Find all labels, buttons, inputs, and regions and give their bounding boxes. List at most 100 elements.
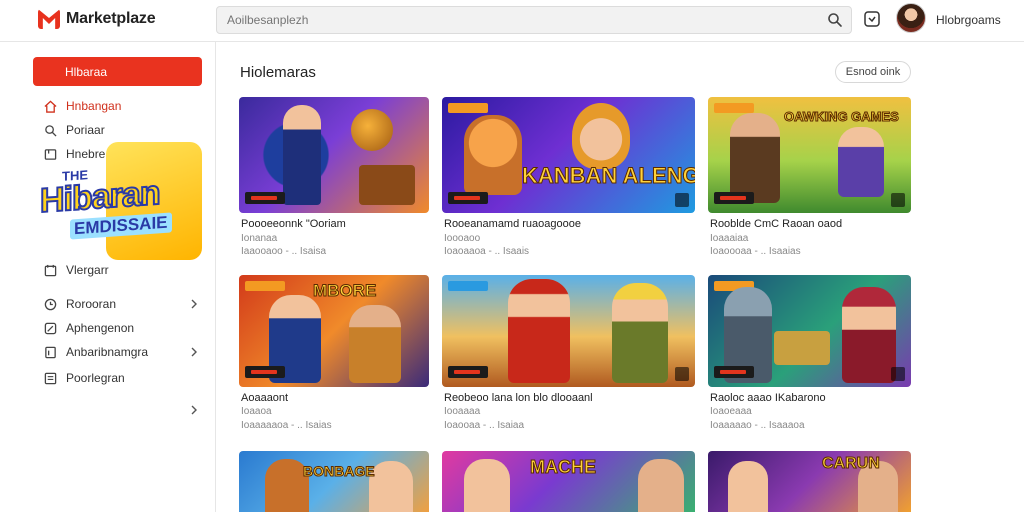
search-bar[interactable] [216, 6, 852, 34]
sidebar-item-label: Anbaribnamgra [66, 345, 149, 359]
card-title[interactable]: Raoloc aaao IKabarono [710, 392, 826, 404]
clock-icon [44, 298, 57, 310]
sidebar-item-list[interactable]: Poorlegran [44, 369, 125, 387]
card-meta: Ioaaaiaa [710, 233, 749, 244]
category-tag [714, 103, 754, 113]
companion-character [638, 459, 684, 512]
sidebar-item-home[interactable]: Hnbangan [44, 97, 121, 115]
document-icon [45, 346, 56, 358]
character-figure [283, 105, 321, 205]
sidebar-item-edit[interactable]: Aphengenon [44, 319, 134, 337]
sidebar-primary-button[interactable]: Hlbaraa [33, 57, 202, 86]
sidebar-item-label: Vlergarr [66, 263, 109, 277]
card-art-title: OAWKING GAMES [784, 109, 900, 125]
top-bar: Marketplaze Hlobrgoams [0, 0, 1024, 42]
sidebar-item-label: Poriaar [66, 123, 105, 137]
sidebar-item-label: Hnbangan [66, 99, 122, 113]
card-thumbnail[interactable] [239, 97, 429, 213]
fox-character [464, 115, 522, 195]
card-title[interactable]: Aoaaaont [241, 392, 288, 404]
hero-character [728, 461, 768, 512]
expand-icon[interactable] [891, 193, 905, 207]
category-tag [448, 281, 488, 291]
app-name: Marketplaze [66, 10, 156, 27]
hero-character [464, 459, 510, 512]
sidebar-item-label: Aphengenon [66, 321, 135, 335]
user-avatar[interactable] [896, 3, 926, 33]
hero-character [508, 279, 570, 383]
treasure-crate [359, 165, 415, 205]
user-name[interactable]: Hlobrgoams [936, 13, 1001, 27]
treasure-chest [774, 331, 830, 365]
search-input[interactable] [217, 7, 807, 33]
card-art-title: MACHE [530, 457, 597, 478]
card-thumbnail[interactable]: CARUN [708, 451, 911, 512]
card-stats: Ioaaaaao - .. Isaaaoa [710, 420, 805, 431]
sidebar-item-search[interactable]: Poriaar [44, 121, 105, 139]
card-stats: Ioaoaaoa - .. Isaais [444, 246, 530, 257]
promo-banner[interactable]: THE Hibaran EMDISSAIE [39, 142, 202, 260]
notifications-icon[interactable] [862, 9, 882, 29]
card-title[interactable]: Rooblde CmC Raoan oaod [710, 218, 842, 230]
card-thumbnail[interactable]: KANBAN ALENGADS [442, 97, 695, 213]
expand-icon[interactable] [891, 367, 905, 381]
hero-character [369, 461, 413, 512]
card-art-title: BONBAGE [303, 463, 376, 480]
price-badge [448, 192, 488, 204]
companion-character [612, 283, 668, 383]
app-logo[interactable]: Marketplaze [38, 9, 156, 29]
card-title[interactable]: Poooeeonnk "Ooriam [241, 218, 346, 230]
card-meta: Ioaoeaaa [710, 406, 752, 417]
search-icon[interactable] [827, 12, 843, 28]
gold-orb [351, 109, 393, 151]
list-icon [44, 372, 57, 384]
card-thumbnail[interactable] [442, 275, 695, 387]
adventurer-character [349, 305, 401, 383]
card-thumbnail[interactable]: MBORE [239, 275, 429, 387]
hero-character [842, 287, 896, 383]
card-meta: Ioooaoo [444, 233, 481, 244]
price-badge [714, 366, 754, 378]
card-stats: Ioaaaaaoa - .. Isaias [241, 420, 332, 431]
warrior-character [730, 113, 780, 203]
calendar-icon [44, 264, 57, 276]
expand-icon[interactable] [675, 367, 689, 381]
edit-icon [44, 322, 57, 334]
card-thumbnail[interactable] [708, 275, 911, 387]
card-art-title: CARUN [822, 455, 881, 473]
card-stats: Ioaooaa - .. Isaiaa [444, 420, 525, 431]
hero-character [838, 127, 884, 197]
sidebar-item-calendar[interactable]: Vlergarr [44, 261, 109, 279]
card-title[interactable]: Rooeanamamd ruaoagoooe [444, 218, 581, 230]
card-art-title: MBORE [312, 281, 377, 301]
price-badge [245, 366, 285, 378]
card-art-title: KANBAN ALENGADS [521, 163, 695, 189]
card-stats: Ioaoooaa - .. Isaaias [710, 246, 801, 257]
expand-icon[interactable] [675, 193, 689, 207]
sidebar-item-recent[interactable]: Rorooran [44, 295, 116, 313]
price-badge [714, 192, 754, 204]
card-thumbnail[interactable]: OAWKING GAMES [708, 97, 911, 213]
card-meta: Iooaaaa [444, 406, 481, 417]
chevron-right-icon[interactable] [190, 347, 198, 357]
logo-icon [38, 9, 60, 29]
card-thumbnail[interactable]: BONBAGE [239, 451, 429, 512]
section-title: Hiolemaras [240, 64, 316, 81]
card-stats: Iaaooaoo - .. Isaisa [241, 246, 327, 257]
price-badge [245, 192, 285, 204]
hero-character [572, 103, 630, 169]
filter-button[interactable]: Esnod oink [835, 61, 911, 83]
chevron-right-icon[interactable] [190, 405, 198, 415]
card-title[interactable]: Reobeoo lana lon blo dlooaanl [444, 392, 593, 404]
price-badge [448, 366, 488, 378]
card-thumbnail[interactable]: MACHE [442, 451, 695, 512]
card-meta: Ionanaa [241, 233, 278, 244]
search-icon [45, 124, 57, 137]
chevron-right-icon[interactable] [190, 299, 198, 309]
sidebar-item-document[interactable]: Anbaribnamgra [44, 343, 148, 361]
home-icon [44, 100, 57, 113]
card-meta: Ioaaoa [241, 406, 272, 417]
sidebar-item-label: Rorooran [66, 297, 117, 311]
sidebar-item-label: Poorlegran [66, 371, 125, 385]
category-tag [448, 103, 488, 113]
